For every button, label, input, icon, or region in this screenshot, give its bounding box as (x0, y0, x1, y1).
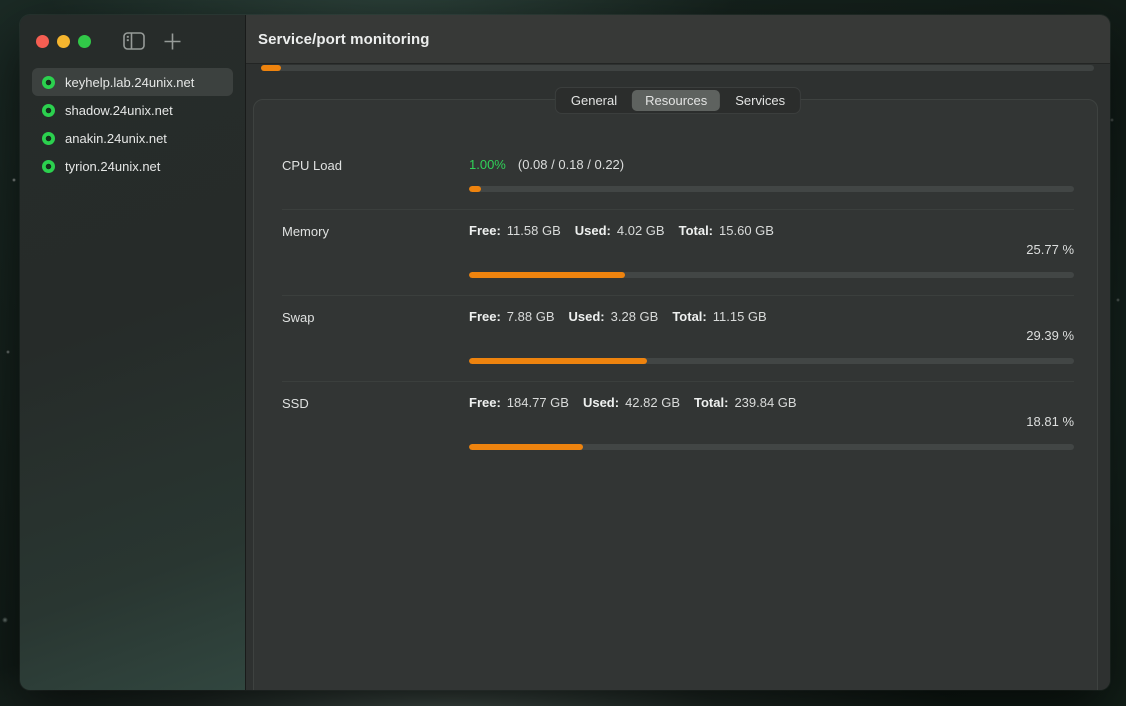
used-label: Used: (583, 395, 619, 410)
ssd-free: 184.77 GB (507, 395, 569, 410)
memory-progress-track (469, 272, 1074, 278)
status-online-icon (42, 160, 55, 173)
ssd-used: 42.82 GB (625, 395, 680, 410)
server-item-anakin[interactable]: anakin.24unix.net (32, 124, 233, 152)
swap-progress-fill (469, 358, 647, 364)
minimize-button[interactable] (57, 35, 70, 48)
free-label: Free: (469, 395, 501, 410)
swap-free: 7.88 GB (507, 309, 555, 324)
memory-percent: 25.77 % (469, 242, 1074, 257)
zoom-button[interactable] (78, 35, 91, 48)
used-label: Used: (569, 309, 605, 324)
content-area: General Resources Services CPU Load 1.00… (246, 64, 1110, 690)
server-name: shadow.24unix.net (65, 103, 173, 118)
add-server-icon[interactable] (163, 32, 182, 51)
toggle-sidebar-icon[interactable] (123, 32, 145, 50)
cpu-load-label: CPU Load (282, 157, 469, 192)
ssd-percent: 18.81 % (469, 414, 1074, 429)
server-name: keyhelp.lab.24unix.net (65, 75, 194, 90)
swap-used: 3.28 GB (611, 309, 659, 324)
status-online-icon (42, 104, 55, 117)
used-label: Used: (575, 223, 611, 238)
server-list: keyhelp.lab.24unix.net shadow.24unix.net… (20, 67, 245, 181)
server-name: tyrion.24unix.net (65, 159, 160, 174)
tab-resources[interactable]: Resources (632, 90, 720, 111)
ssd-total: 239.84 GB (734, 395, 796, 410)
swap-row: Swap Free: 7.88 GB Used: 3.28 GB Total: … (254, 296, 1097, 381)
window-controls (36, 35, 91, 48)
clipped-progress-fill (261, 65, 281, 71)
swap-label: Swap (282, 309, 469, 364)
tab-services[interactable]: Services (722, 90, 798, 111)
memory-label: Memory (282, 223, 469, 278)
close-button[interactable] (36, 35, 49, 48)
memory-progress-fill (469, 272, 625, 278)
ssd-progress-fill (469, 444, 583, 450)
ssd-progress-track (469, 444, 1074, 450)
sidebar: keyhelp.lab.24unix.net shadow.24unix.net… (20, 15, 246, 690)
server-item-tyrion[interactable]: tyrion.24unix.net (32, 152, 233, 180)
total-label: Total: (672, 309, 706, 324)
memory-used: 4.02 GB (617, 223, 665, 238)
cpu-load-row: CPU Load 1.00% (0.08 / 0.18 / 0.22) (254, 144, 1097, 209)
app-window: keyhelp.lab.24unix.net shadow.24unix.net… (20, 15, 1110, 690)
resources-panel: CPU Load 1.00% (0.08 / 0.18 / 0.22) (253, 99, 1098, 690)
free-label: Free: (469, 309, 501, 324)
status-online-icon (42, 132, 55, 145)
status-online-icon (42, 76, 55, 89)
main-area: Service/port monitoring General Resource… (246, 15, 1110, 690)
sidebar-header (20, 15, 245, 67)
tab-general[interactable]: General (558, 90, 630, 111)
swap-progress-track (469, 358, 1074, 364)
page-title: Service/port monitoring (258, 31, 430, 48)
server-item-keyhelp[interactable]: keyhelp.lab.24unix.net (32, 68, 233, 96)
server-item-shadow[interactable]: shadow.24unix.net (32, 96, 233, 124)
cpu-load-value: 1.00% (469, 157, 506, 172)
free-label: Free: (469, 223, 501, 238)
total-label: Total: (694, 395, 728, 410)
swap-total: 11.15 GB (713, 309, 767, 324)
titlebar: Service/port monitoring (246, 15, 1110, 64)
memory-row: Memory Free: 11.58 GB Used: 4.02 GB Tota… (254, 210, 1097, 295)
memory-total: 15.60 GB (719, 223, 774, 238)
ssd-row: SSD Free: 184.77 GB Used: 42.82 GB Total… (254, 382, 1097, 467)
ssd-label: SSD (282, 395, 469, 450)
swap-percent: 29.39 % (469, 328, 1074, 343)
server-name: anakin.24unix.net (65, 131, 167, 146)
memory-free: 11.58 GB (507, 223, 561, 238)
cpu-load-averages: (0.08 / 0.18 / 0.22) (518, 157, 624, 172)
cpu-progress-fill (469, 186, 481, 192)
total-label: Total: (679, 223, 713, 238)
clipped-progress-bar (261, 65, 1094, 71)
tab-bar: General Resources Services (555, 87, 801, 114)
cpu-progress-track (469, 186, 1074, 192)
